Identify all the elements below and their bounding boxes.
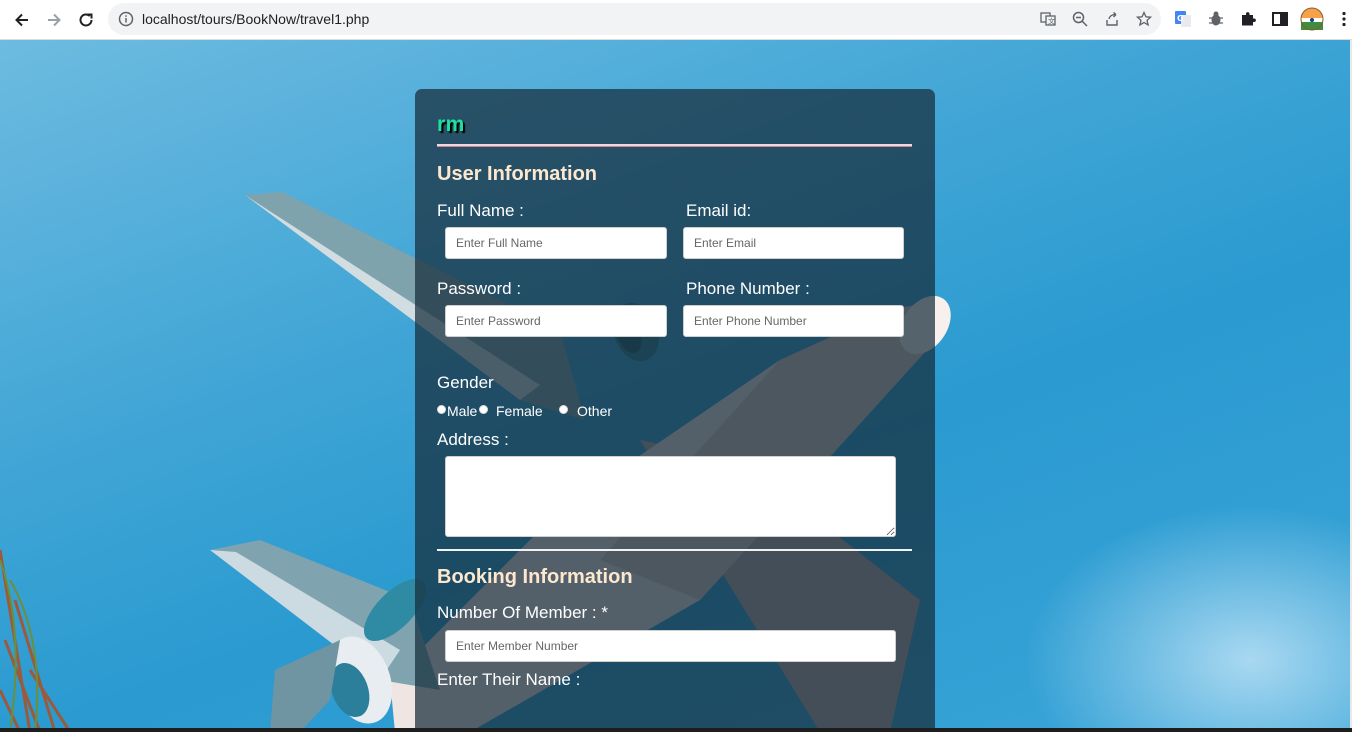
side-panel-icon[interactable] [1269,8,1291,30]
full-name-input[interactable] [445,227,667,259]
google-translate-extension-icon[interactable]: G [1172,8,1194,30]
gender-female-label: Female [496,403,543,419]
gender-male-radio[interactable] [437,405,446,414]
address-textarea[interactable] [445,456,896,537]
booking-information-heading: Booking Information [437,566,633,588]
forward-button[interactable] [41,7,67,33]
phone-number-label: Phone Number : [686,279,810,298]
password-input[interactable] [445,305,667,337]
gender-male-label: Male [447,403,478,419]
browser-toolbar: localhost/tours/BookNow/travel1.php 文 G [0,0,1352,40]
svg-text:G: G [1177,14,1184,23]
number-of-member-label: Number Of Member : * [437,603,608,622]
arrow-right-icon [48,13,61,27]
full-name-label: Full Name : [437,201,524,220]
user-information-heading: User Information [437,163,598,185]
extensions-puzzle-icon[interactable] [1237,8,1259,30]
bug-extension-icon[interactable] [1205,8,1227,30]
gender-label: Gender [437,373,494,392]
email-label: Email id: [686,201,752,220]
info-icon[interactable] [118,11,134,32]
gender-other-label: Other [577,403,613,419]
address-label: Address : [437,430,509,449]
share-icon[interactable] [1103,10,1121,28]
gender-other-radio[interactable] [559,405,568,414]
section-divider [437,549,912,551]
reload-button[interactable] [73,7,99,33]
profile-avatar[interactable] [1300,7,1324,31]
email-input[interactable] [683,227,904,259]
gender-female-radio[interactable] [479,405,488,414]
window-bottom-edge [0,728,1352,732]
url-text[interactable]: localhost/tours/BookNow/travel1.php [142,11,369,27]
booking-form: rm User Information Full Name : Email id… [415,89,935,729]
browser-menu-icon[interactable] [1333,8,1352,30]
header-divider [437,144,912,146]
zoom-icon[interactable] [1071,10,1089,28]
back-button[interactable] [9,7,35,33]
svg-text:文: 文 [1048,17,1055,26]
translate-icon[interactable]: 文 [1039,10,1057,28]
member-number-input[interactable] [445,630,896,662]
enter-their-name-label: Enter Their Name : [437,670,581,689]
password-label: Password : [437,279,522,298]
phone-number-input[interactable] [683,305,904,337]
address-bar[interactable]: localhost/tours/BookNow/travel1.php 文 [108,3,1161,35]
arrow-left-icon [15,13,28,27]
site-logo[interactable]: rm [437,113,465,137]
bookmark-star-icon[interactable] [1135,10,1153,28]
reload-icon [79,13,93,27]
